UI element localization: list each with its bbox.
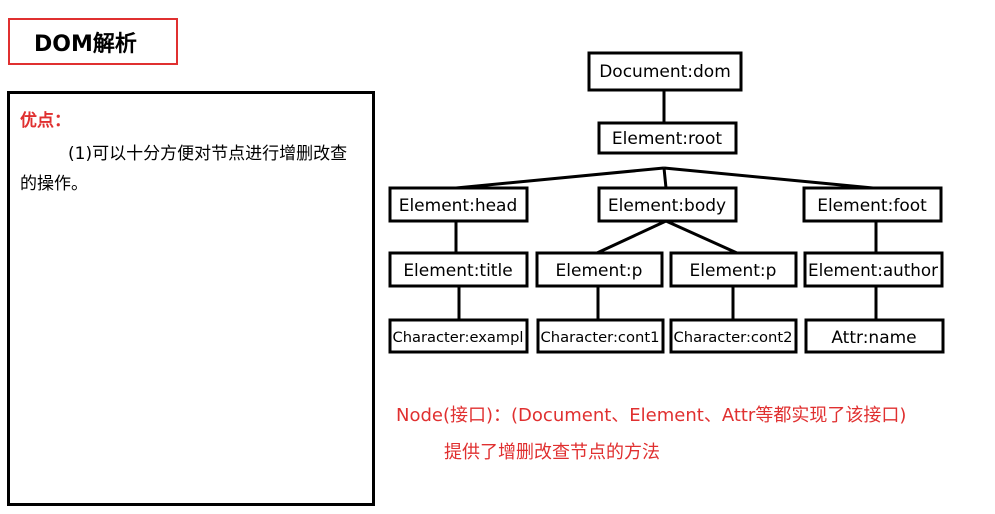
node-attr-name-label: Attr:name bbox=[831, 328, 916, 348]
node-char-cont1: Character:cont1 bbox=[536, 318, 665, 354]
node-root: Element:root bbox=[597, 121, 738, 155]
node-char-example: Character:exampl bbox=[388, 318, 529, 354]
dom-tree-diagram: Document:dom Element:root Element:head E… bbox=[388, 51, 945, 354]
node-p2: Element:p bbox=[669, 251, 798, 288]
node-author-label: Element:author bbox=[808, 261, 938, 281]
node-char-cont2-label: Character:cont2 bbox=[674, 330, 793, 346]
node-interface-note: Node(接口)：(Document、Element、Attr等都实现了该接口) bbox=[396, 405, 907, 426]
node-char-cont2: Character:cont2 bbox=[669, 318, 798, 354]
node-p1-label: Element:p bbox=[556, 261, 643, 281]
node-root-label: Element:root bbox=[612, 129, 723, 149]
node-document-label: Document:dom bbox=[599, 62, 731, 82]
node-body-label: Element:body bbox=[608, 196, 726, 216]
node-char-cont1-label: Character:cont1 bbox=[541, 330, 660, 346]
node-p2-label: Element:p bbox=[690, 261, 777, 281]
edge-body-p2 bbox=[665, 219, 738, 255]
node-head-label: Element:head bbox=[399, 196, 518, 216]
node-attr-name: Attr:name bbox=[804, 318, 945, 354]
node-title: Element:title bbox=[388, 251, 529, 288]
node-char-example-label: Character:exampl bbox=[393, 330, 524, 346]
node-head: Element:head bbox=[388, 186, 529, 223]
edge-root-head bbox=[455, 166, 665, 190]
edge-root-foot bbox=[663, 166, 874, 190]
node-author: Element:author bbox=[803, 251, 944, 288]
node-title-label: Element:title bbox=[403, 261, 512, 281]
node-body: Element:body bbox=[597, 186, 738, 223]
node-interface-note-detail: 提供了增删改查节点的方法 bbox=[444, 442, 660, 463]
edge-body-p1 bbox=[596, 219, 667, 255]
node-p1: Element:p bbox=[535, 251, 664, 288]
node-foot-label: Element:foot bbox=[817, 196, 927, 216]
node-document: Document:dom bbox=[587, 51, 743, 92]
edge-root-body bbox=[662, 167, 668, 189]
node-foot: Element:foot bbox=[802, 186, 943, 223]
